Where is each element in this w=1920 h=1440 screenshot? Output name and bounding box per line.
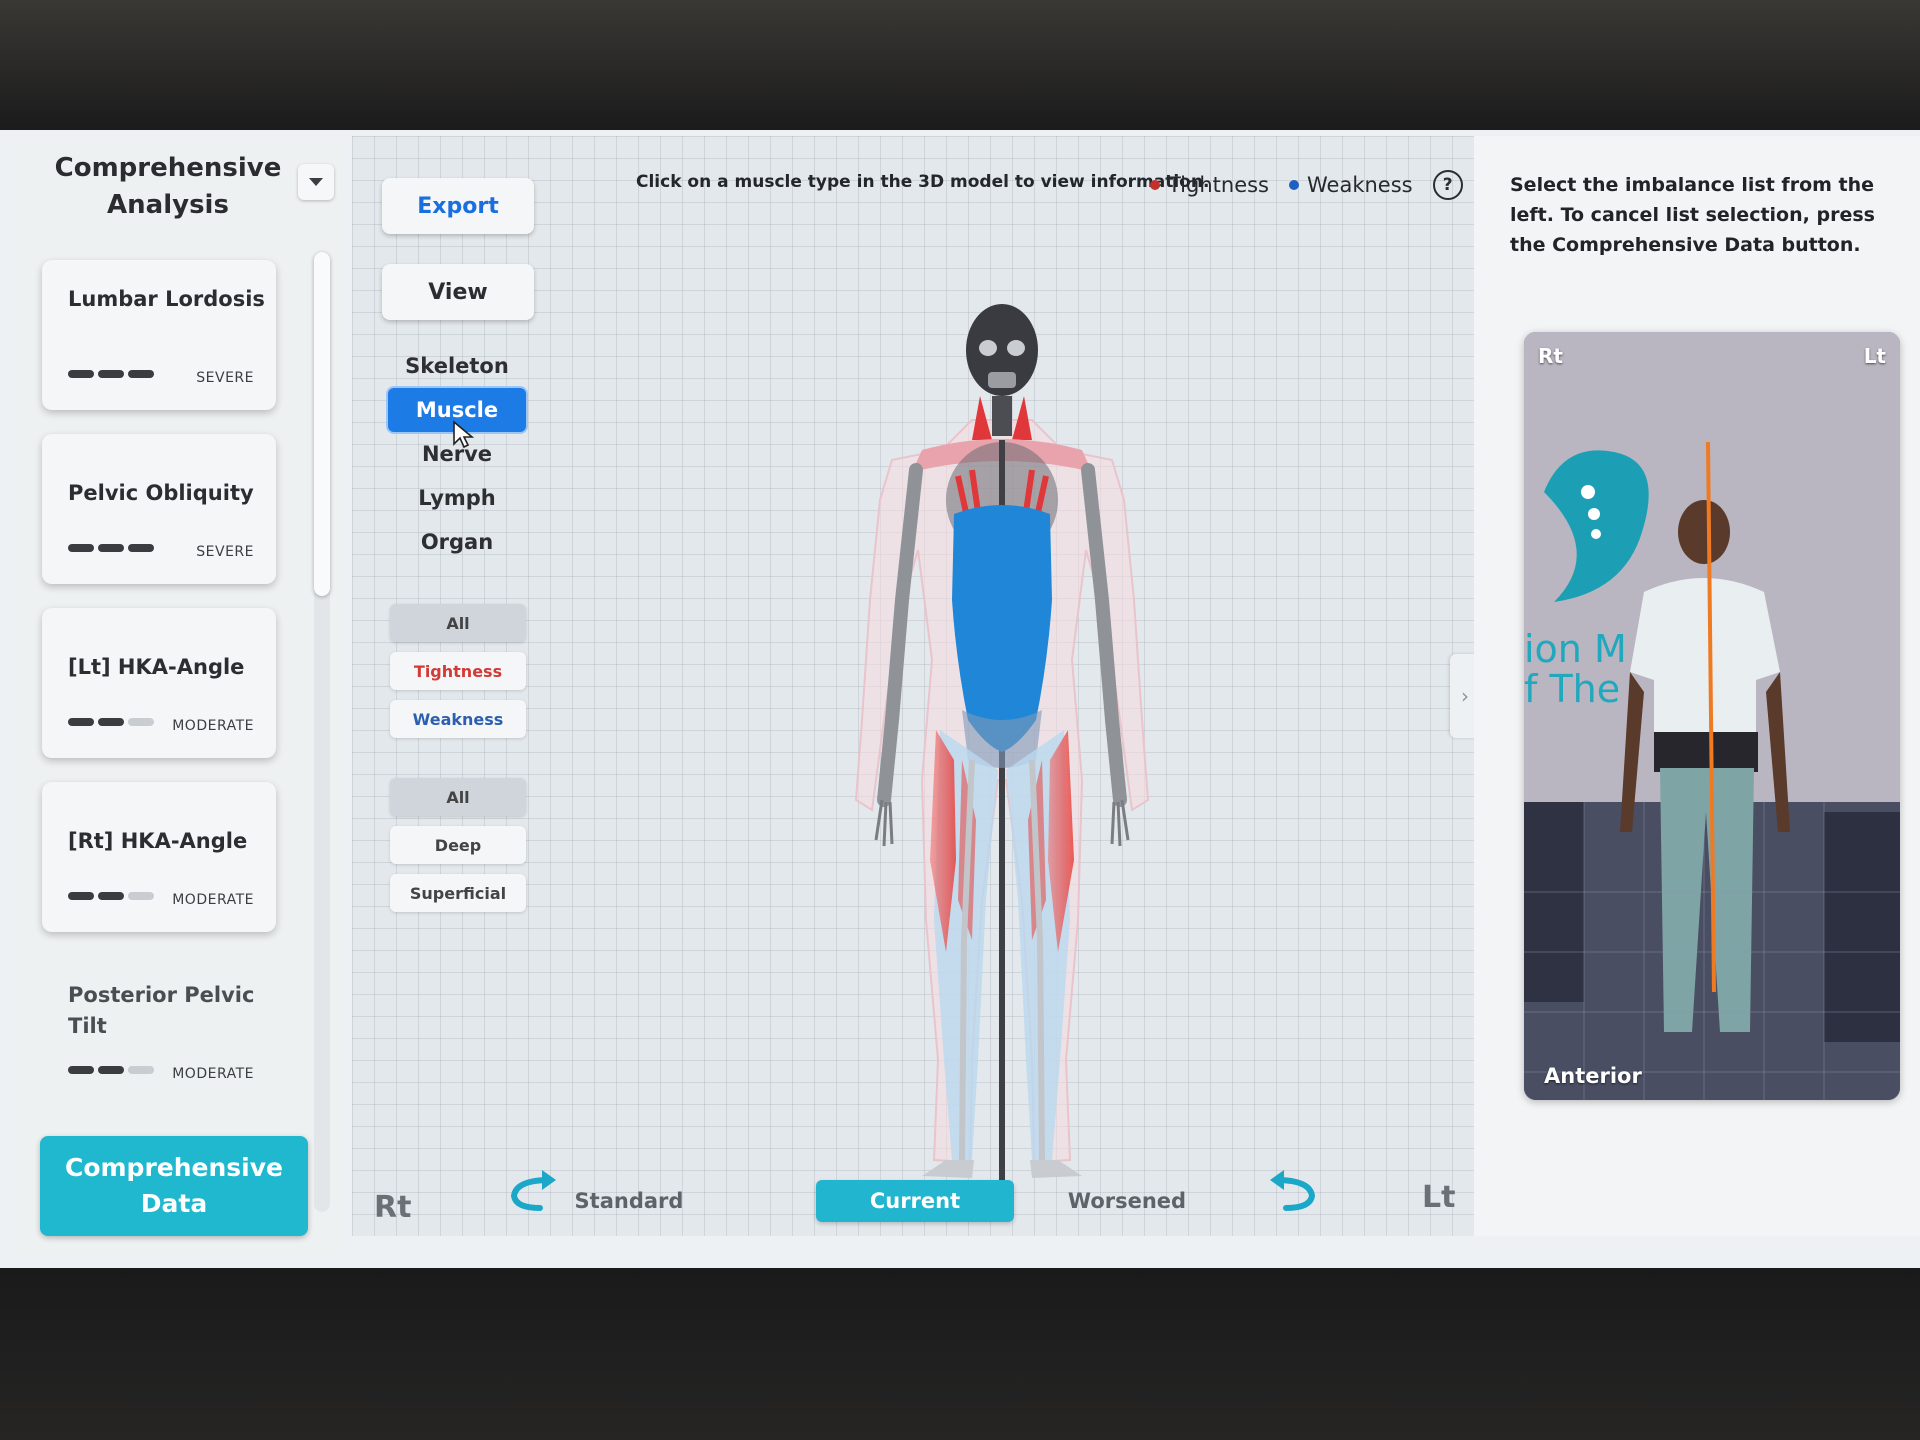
- imbalance-card-title: Posterior Pelvic Tilt: [68, 983, 255, 1038]
- monitor-bezel-bottom: [0, 1268, 1920, 1440]
- backdrop-text: f The: [1524, 667, 1620, 711]
- imbalance-card[interactable]: Lumbar Lordosis SEVERE: [42, 260, 276, 410]
- photo-panel: Select the imbalance list from the left.…: [1474, 136, 1920, 1236]
- filter-deep[interactable]: Deep: [390, 826, 526, 864]
- legend-weakness[interactable]: Weakness: [1289, 173, 1413, 197]
- severity-bars: [68, 544, 154, 552]
- state-current[interactable]: Current: [816, 1180, 1014, 1222]
- rt-side-label: Rt: [374, 1190, 412, 1225]
- viewport-hint: Click on a muscle type in the 3D model t…: [636, 172, 1210, 192]
- filter-tightness[interactable]: Tightness: [390, 652, 526, 690]
- severity-label: MODERATE: [172, 1066, 254, 1082]
- state-worsened[interactable]: Worsened: [1028, 1180, 1226, 1222]
- depth-filter-group: All Deep Superficial: [390, 778, 526, 922]
- filter-superficial[interactable]: Superficial: [390, 874, 526, 912]
- layer-skeleton[interactable]: Skeleton: [388, 344, 526, 388]
- posture-photo[interactable]: ion M f The Rt Lt Anterior: [1524, 332, 1900, 1100]
- imbalance-card[interactable]: [Lt] HKA-Angle MODERATE: [42, 608, 276, 758]
- photo-lt-label: Lt: [1863, 344, 1886, 368]
- mouse-cursor-icon: [453, 420, 475, 449]
- imbalance-card-title: [Rt] HKA-Angle: [68, 829, 248, 853]
- imbalance-card[interactable]: [Rt] HKA-Angle MODERATE: [42, 782, 276, 932]
- weakness-dot-icon: [1289, 180, 1300, 190]
- chevron-down-icon: [309, 178, 323, 186]
- layer-organ[interactable]: Organ: [388, 520, 526, 564]
- imbalance-card[interactable]: Pelvic Obliquity SEVERE: [42, 434, 276, 584]
- severity-bars: [68, 370, 154, 378]
- monitor-bezel-top: [0, 0, 1920, 130]
- imbalance-card-list: Lumbar Lordosis SEVERE Pelvic Obliquity …: [42, 260, 292, 1130]
- list-scrollbar-thumb[interactable]: [314, 252, 330, 596]
- imbalance-card-title: Pelvic Obliquity: [68, 481, 254, 505]
- export-button[interactable]: Export: [382, 178, 534, 234]
- legend-tightness[interactable]: Tightness: [1150, 173, 1269, 197]
- severity-label: SEVERE: [196, 544, 254, 560]
- panel-dropdown-button[interactable]: [298, 164, 334, 200]
- comprehensive-data-button[interactable]: Comprehensive Data: [40, 1136, 308, 1236]
- imbalance-card-title: Lumbar Lordosis: [68, 287, 265, 311]
- severity-label: MODERATE: [172, 718, 254, 734]
- app-screen: Comprehensive Analysis Lumbar Lordosis S…: [0, 130, 1920, 1268]
- legend-weakness-label: Weakness: [1307, 173, 1413, 197]
- severity-bars: [68, 892, 154, 900]
- layer-lymph[interactable]: Lymph: [388, 476, 526, 520]
- photo-view-label: Anterior: [1544, 1064, 1642, 1088]
- imbalance-list-panel: Comprehensive Analysis Lumbar Lordosis S…: [14, 136, 344, 1256]
- layer-selector: Skeleton Muscle Nerve Lymph Organ: [388, 344, 528, 564]
- panel-title: Comprehensive Analysis: [54, 153, 282, 220]
- filter-depth-all[interactable]: All: [390, 778, 526, 816]
- rotate-right-icon[interactable]: [1264, 1166, 1324, 1216]
- posture-photo-image: ion M f The: [1524, 332, 1900, 1100]
- instructions-text: Select the imbalance list from the left.…: [1510, 174, 1875, 256]
- severity-label: MODERATE: [172, 892, 254, 908]
- backdrop-text: ion M: [1524, 627, 1627, 671]
- state-standard[interactable]: Standard: [530, 1180, 728, 1222]
- type-filter-group: All Tightness Weakness: [390, 604, 526, 748]
- 3d-model-viewport[interactable]: Export View Skeleton Muscle Nerve Lymph …: [352, 136, 1480, 1236]
- anatomy-model[interactable]: [822, 300, 1182, 1180]
- lt-side-label: Lt: [1422, 1180, 1456, 1215]
- photo-rt-label: Rt: [1538, 344, 1563, 368]
- help-icon[interactable]: ?: [1432, 170, 1463, 200]
- imbalance-card[interactable]: Posterior Pelvic Tilt MODERATE: [42, 956, 276, 1106]
- filter-weakness[interactable]: Weakness: [390, 700, 526, 738]
- severity-bars: [68, 1066, 154, 1074]
- imbalance-card-title: [Lt] HKA-Angle: [68, 655, 245, 679]
- view-button[interactable]: View: [382, 264, 534, 320]
- severity-label: SEVERE: [196, 370, 254, 386]
- legend-tightness-label: Tightness: [1168, 173, 1270, 197]
- severity-bars: [68, 718, 154, 726]
- filter-all[interactable]: All: [390, 604, 526, 642]
- legend: Tightness Weakness ?: [1150, 170, 1463, 200]
- tightness-dot-icon: [1150, 180, 1160, 190]
